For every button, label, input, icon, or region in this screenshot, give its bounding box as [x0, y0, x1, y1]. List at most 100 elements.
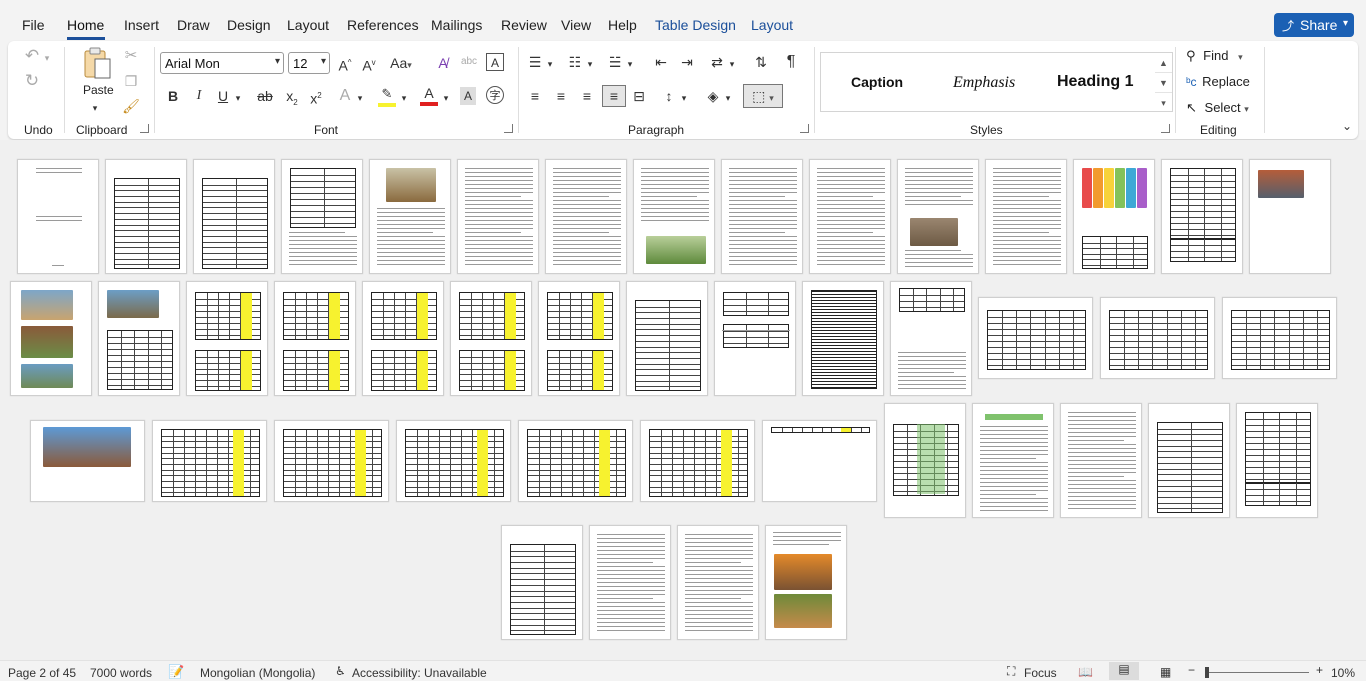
zoom-slider-thumb[interactable] — [1205, 667, 1209, 678]
document-page[interactable] — [640, 420, 755, 502]
chevron-down-icon[interactable]: ▾ — [442, 89, 450, 107]
document-page[interactable] — [978, 297, 1093, 379]
bullets-icon[interactable]: ☰ — [526, 53, 544, 71]
shrink-font-icon[interactable]: Av — [360, 54, 378, 75]
superscript-icon[interactable]: x2 — [308, 87, 324, 108]
paste-button[interactable] — [82, 47, 112, 83]
chevron-down-icon[interactable]: ▾ — [680, 89, 688, 107]
share-button[interactable]: ⤴ Share ▾ — [1274, 13, 1354, 37]
document-page[interactable] — [98, 281, 180, 396]
align-right-icon[interactable]: ≡ — [578, 87, 596, 105]
cut-icon[interactable]: ✂ — [122, 47, 140, 65]
document-page[interactable] — [501, 525, 583, 640]
grow-font-icon[interactable]: A^ — [336, 54, 354, 75]
document-page[interactable] — [274, 281, 356, 396]
dialog-launcher-icon[interactable] — [800, 124, 809, 133]
document-page[interactable] — [30, 420, 145, 502]
zoom-level[interactable]: 10% — [1331, 666, 1355, 680]
document-page[interactable] — [457, 159, 539, 274]
document-page[interactable] — [1148, 403, 1230, 518]
paste-label[interactable]: Paste — [83, 83, 114, 97]
align-center-icon[interactable]: ≡ — [552, 87, 570, 105]
undo-icon[interactable]: ↶ — [22, 47, 42, 65]
dialog-launcher-icon[interactable] — [1161, 124, 1170, 133]
tab-file[interactable]: File — [22, 17, 45, 33]
chevron-down-icon[interactable]: ▾ — [1244, 104, 1249, 114]
more-styles-icon[interactable]: ▾ — [1155, 93, 1172, 113]
tab-draw[interactable]: Draw — [177, 17, 210, 33]
document-page[interactable] — [17, 159, 99, 274]
focus-button[interactable]: Focus — [1024, 666, 1057, 680]
subscript-icon[interactable]: x2 — [284, 87, 300, 112]
chevron-down-icon[interactable]: ▾ — [728, 55, 736, 73]
enclose-characters-icon[interactable]: 字 — [486, 86, 504, 104]
document-page[interactable] — [396, 420, 511, 502]
tab-layout[interactable]: Layout — [287, 17, 329, 33]
find-button[interactable]: ⚲ Find ▾ — [1186, 48, 1266, 66]
document-page[interactable] — [281, 159, 363, 274]
chevron-down-icon[interactable]: ▾ — [90, 99, 100, 117]
document-page[interactable] — [1060, 403, 1142, 518]
tab-view[interactable]: View — [561, 17, 591, 33]
select-button[interactable]: ↖ Select ▾ — [1186, 100, 1266, 118]
document-page[interactable] — [972, 403, 1054, 518]
document-page[interactable] — [762, 420, 877, 502]
chevron-up-icon[interactable]: ▲ — [1155, 53, 1172, 73]
document-page[interactable] — [1222, 297, 1337, 379]
chevron-down-icon[interactable]: ▾ — [724, 89, 732, 107]
document-page[interactable] — [369, 159, 451, 274]
chevron-down-icon[interactable]: ▾ — [275, 56, 280, 67]
strikethrough-icon[interactable]: ab — [256, 87, 274, 105]
shading-icon[interactable]: ◈ — [704, 87, 722, 105]
dialog-launcher-icon[interactable] — [140, 124, 149, 133]
document-page[interactable] — [677, 525, 759, 640]
justify-icon[interactable]: ≡ — [602, 85, 626, 107]
chevron-down-icon[interactable]: ▾ — [626, 55, 634, 73]
text-effects-icon[interactable]: A — [336, 87, 354, 105]
sort-direction-icon[interactable]: ⇄ — [708, 53, 726, 71]
phonetic-guide-icon[interactable]: abc — [458, 53, 480, 71]
document-page[interactable] — [1100, 297, 1215, 379]
document-page[interactable] — [1236, 403, 1318, 518]
multilevel-list-icon[interactable]: ☱ — [606, 53, 624, 71]
style-heading-1[interactable]: Heading 1 — [1057, 73, 1133, 91]
replace-button[interactable]: ᵇc Replace — [1186, 74, 1276, 92]
document-page[interactable] — [105, 159, 187, 274]
distributed-icon[interactable]: ⊟ — [630, 87, 648, 105]
document-page[interactable] — [765, 525, 847, 640]
word-count[interactable]: 7000 words — [90, 666, 152, 680]
page-count[interactable]: Page 2 of 45 — [8, 666, 76, 680]
document-page[interactable] — [626, 281, 708, 396]
increase-indent-icon[interactable]: ⇥ — [678, 53, 696, 71]
document-page[interactable] — [538, 281, 620, 396]
document-page[interactable] — [802, 281, 884, 396]
chevron-down-icon[interactable]: ▾ — [42, 49, 52, 67]
document-page[interactable] — [721, 159, 803, 274]
chevron-down-icon[interactable]: ▾ — [546, 55, 554, 73]
document-page[interactable] — [274, 420, 389, 502]
redo-icon[interactable]: ↻ — [22, 72, 42, 90]
document-page[interactable] — [10, 281, 92, 396]
document-page[interactable] — [1249, 159, 1331, 274]
tab-home[interactable]: Home — [67, 17, 104, 33]
document-page[interactable] — [809, 159, 891, 274]
document-page[interactable] — [890, 281, 972, 396]
document-canvas[interactable] — [0, 140, 1366, 660]
document-page[interactable] — [545, 159, 627, 274]
chevron-down-icon[interactable]: ▾ — [356, 89, 364, 107]
read-mode-icon[interactable]: 📖 — [1078, 665, 1093, 679]
font-name-combobox[interactable]: Arial Mon ▾ — [160, 52, 284, 74]
character-shading-icon[interactable]: A — [460, 87, 476, 105]
numbering-icon[interactable]: ☷ — [566, 53, 584, 71]
font-size-combobox[interactable]: 12 ▾ — [288, 52, 330, 74]
document-page[interactable] — [186, 281, 268, 396]
tab-design[interactable]: Design — [227, 17, 271, 33]
document-page[interactable] — [1073, 159, 1155, 274]
borders-button[interactable]: ⬚ ▾ — [743, 84, 783, 108]
language[interactable]: Mongolian (Mongolia) — [200, 666, 315, 680]
document-page[interactable] — [897, 159, 979, 274]
zoom-slider[interactable] — [1205, 672, 1309, 673]
document-page[interactable] — [1161, 159, 1243, 274]
document-page[interactable] — [714, 281, 796, 396]
document-page[interactable] — [152, 420, 267, 502]
